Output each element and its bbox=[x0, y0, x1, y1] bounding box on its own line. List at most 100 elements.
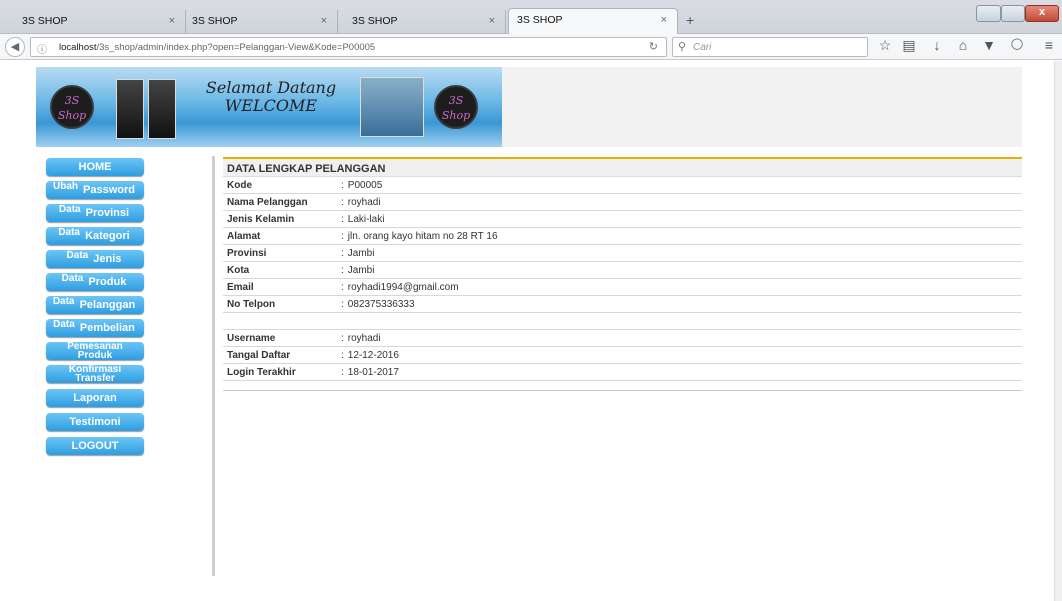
detail-row: Nama Pelanggan: royhadi bbox=[223, 194, 1022, 211]
product-photo bbox=[116, 79, 144, 139]
field-label: Tangal Daftar bbox=[227, 349, 291, 361]
menu-label: Jenis bbox=[93, 253, 122, 265]
menu-label: Pembelian bbox=[79, 322, 135, 334]
sidebar-item-pelanggan[interactable]: Data Pelanggan bbox=[46, 296, 144, 314]
menu-prefix: Data bbox=[58, 227, 80, 238]
browser-tab[interactable]: 3S SHOP × bbox=[0, 10, 186, 34]
header-blank-area bbox=[502, 67, 1022, 147]
menu-label: Password bbox=[83, 184, 136, 196]
logo-text: 3S bbox=[448, 94, 464, 107]
detail-row: Email: royhadi1994@gmail.com bbox=[223, 279, 1022, 296]
menu-prefix: Data bbox=[61, 273, 84, 284]
sidebar-divider bbox=[212, 156, 215, 576]
field-value: royhadi1994@gmail.com bbox=[347, 281, 459, 293]
model-photo bbox=[360, 77, 424, 137]
field-label: Kota bbox=[227, 264, 250, 276]
detail-row: Kota: Jambi bbox=[223, 262, 1022, 279]
tab-label: 3S SHOP bbox=[352, 15, 398, 27]
welcome-text: Selamat Datang WELCOME bbox=[196, 79, 346, 115]
sidebar-item-testimoni[interactable]: Testimoni bbox=[46, 413, 144, 431]
sidebar-item-pemesanan-produk[interactable]: Pemesanan Produk bbox=[46, 342, 144, 361]
field-label: Alamat bbox=[227, 230, 261, 242]
browser-tab[interactable]: 3S SHOP × bbox=[338, 10, 506, 34]
sidebar-item-konfirmasi-transfer[interactable]: Konfirmasi Transfer bbox=[46, 365, 144, 384]
welcome-line: Selamat Datang bbox=[205, 78, 337, 97]
menu-prefix: Data bbox=[53, 319, 75, 330]
field-label: Kode bbox=[227, 179, 252, 191]
field-separator: : bbox=[341, 213, 344, 225]
tab-label: 3S SHOP bbox=[192, 15, 238, 27]
field-value: royhadi bbox=[347, 196, 381, 208]
field-label: Nama Pelanggan bbox=[227, 196, 308, 208]
pocket-icon[interactable]: ▼ bbox=[980, 37, 998, 53]
field-value: 18-01-2017 bbox=[347, 366, 399, 378]
close-tab-icon[interactable]: × bbox=[661, 14, 667, 26]
tab-label: 3S SHOP bbox=[517, 14, 563, 26]
reload-icon[interactable]: ↻ bbox=[649, 40, 658, 53]
new-tab-icon[interactable]: + bbox=[686, 12, 694, 28]
field-label: Email bbox=[227, 281, 254, 293]
close-window-icon[interactable]: x bbox=[1025, 5, 1059, 22]
detail-row: Username: royhadi bbox=[223, 330, 1022, 347]
sidebar-item-home[interactable]: HOME bbox=[46, 158, 144, 176]
detail-row: Tangal Daftar:12-12-2016 bbox=[223, 347, 1022, 364]
spacer-row bbox=[223, 313, 1022, 330]
sidebar-item-laporan[interactable]: Laporan bbox=[46, 389, 144, 407]
maximize-icon[interactable] bbox=[1001, 5, 1025, 22]
download-icon[interactable]: ↓ bbox=[928, 37, 946, 53]
sidebar-item-produk[interactable]: Data Produk bbox=[46, 273, 144, 291]
minimize-icon[interactable] bbox=[976, 5, 1001, 22]
url-text: localhost/3s_shop/admin/index.php?open=P… bbox=[59, 42, 375, 53]
field-separator: : bbox=[341, 196, 344, 208]
field-separator: : bbox=[341, 332, 344, 344]
field-value: Laki-laki bbox=[347, 213, 385, 225]
menu-label: Laporan bbox=[73, 392, 117, 404]
field-value: jln. orang kayo hitam no 28 RT 16 bbox=[347, 230, 498, 242]
field-value: Jambi bbox=[347, 247, 375, 259]
field-separator: : bbox=[341, 349, 344, 361]
sidebar-item-password[interactable]: Ubah Password bbox=[46, 181, 144, 199]
field-separator: : bbox=[341, 230, 344, 242]
home-icon[interactable]: ⌂ bbox=[954, 37, 972, 53]
menu-icon[interactable]: ≡ bbox=[1040, 37, 1058, 53]
sidebar-item-provinsi[interactable]: Data Provinsi bbox=[46, 204, 144, 222]
logo-text: Shop bbox=[57, 109, 87, 122]
address-bar[interactable]: ⓘ localhost/3s_shop/admin/index.php?open… bbox=[30, 37, 667, 57]
menu-label: Produk bbox=[88, 276, 127, 288]
field-separator: : bbox=[341, 179, 344, 191]
logo-text: Shop bbox=[441, 109, 471, 122]
vertical-scrollbar[interactable] bbox=[1054, 61, 1062, 601]
customer-detail-panel: DATA LENGKAP PELANGGAN Kode: P00005 Nama P… bbox=[223, 157, 1022, 391]
field-separator: : bbox=[341, 264, 344, 276]
table-end-line bbox=[223, 381, 1022, 391]
sidebar-item-pembelian[interactable]: Data Pembelian bbox=[46, 319, 144, 337]
url-host: localhost bbox=[59, 42, 97, 53]
close-tab-icon[interactable]: × bbox=[489, 15, 495, 27]
menu-label: HOME bbox=[78, 161, 112, 173]
back-arrow-icon[interactable]: ◀ bbox=[5, 37, 25, 57]
logo-text: 3S bbox=[64, 94, 80, 107]
product-photo bbox=[148, 79, 176, 139]
close-tab-icon[interactable]: × bbox=[321, 15, 327, 27]
reading-list-icon[interactable]: ▤ bbox=[900, 37, 918, 54]
shop-logo: 3S Shop bbox=[434, 85, 478, 129]
field-separator: : bbox=[341, 281, 344, 293]
browser-tab-active[interactable]: 3S SHOP × bbox=[508, 8, 678, 34]
sidebar-item-kategori[interactable]: Data Kategori bbox=[46, 227, 144, 245]
browser-tab[interactable]: 3S SHOP × bbox=[186, 10, 338, 34]
field-separator: : bbox=[341, 247, 344, 259]
sidebar-item-jenis[interactable]: Data Jenis bbox=[46, 250, 144, 268]
detail-row: Kode: P00005 bbox=[223, 177, 1022, 194]
sidebar-item-logout[interactable]: LOGOUT bbox=[46, 437, 144, 455]
extension-icon[interactable]: ◯ bbox=[1008, 37, 1026, 50]
menu-label: Provinsi bbox=[85, 207, 130, 219]
field-value: 12-12-2016 bbox=[347, 349, 399, 361]
field-separator: : bbox=[341, 298, 344, 310]
detail-row: Jenis Kelamin: Laki-laki bbox=[223, 211, 1022, 228]
search-input[interactable]: ⚲ Cari bbox=[672, 37, 868, 57]
welcome-line: WELCOME bbox=[224, 96, 318, 115]
info-icon[interactable]: ⓘ bbox=[37, 41, 47, 56]
star-icon[interactable]: ☆ bbox=[876, 37, 894, 54]
close-tab-icon[interactable]: × bbox=[169, 15, 175, 27]
field-label: Provinsi bbox=[227, 247, 267, 259]
